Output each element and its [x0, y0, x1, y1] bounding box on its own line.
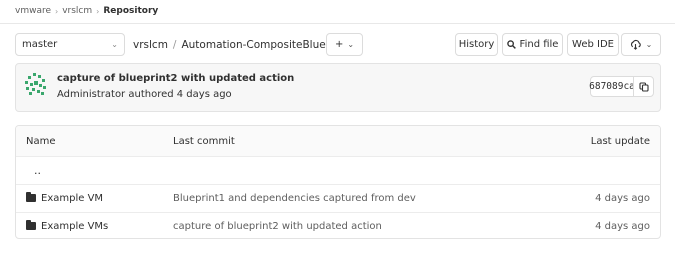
last-commit-link[interactable]: Blueprint1 and dependencies captured fro… [173, 184, 416, 212]
clone-icon [630, 39, 641, 50]
add-dropdown-button[interactable]: + ⌄ [326, 33, 363, 56]
folder-name-label: Example VM [41, 192, 104, 204]
breadcrumb-separator-icon: › [96, 6, 100, 16]
folder-name-label: Example VMs [41, 220, 109, 232]
folder-name[interactable]: Example VM [26, 184, 103, 212]
table-row[interactable]: Example VM Blueprint1 and dependencies c… [16, 184, 660, 213]
avatar[interactable] [24, 72, 48, 96]
chevron-down-icon: ⌄ [645, 40, 653, 49]
clone-dropdown-button[interactable]: ⌄ [621, 33, 661, 56]
breadcrumb: vmware › vrslcm › Repository [15, 3, 158, 19]
column-header-last-update: Last update [590, 135, 650, 147]
folder-icon [26, 192, 36, 202]
branch-name: master [22, 39, 58, 50]
last-update: 4 days ago [595, 220, 650, 232]
search-icon [506, 40, 516, 49]
chevron-down-icon: ⌄ [347, 40, 355, 49]
plus-icon: + [334, 39, 344, 50]
parent-directory-row[interactable]: .. [16, 156, 660, 185]
commit-title-link[interactable]: capture of blueprint2 with updated actio… [57, 73, 294, 84]
last-commit-link[interactable]: capture of blueprint2 with updated actio… [173, 212, 382, 238]
web-ide-button[interactable]: Web IDE [567, 33, 619, 56]
column-header-name: Name [26, 135, 56, 147]
path-separator: / [172, 38, 177, 51]
breadcrumb-divider [0, 23, 675, 24]
path-root-link[interactable]: vrslcm [133, 39, 168, 51]
history-button[interactable]: History [455, 33, 498, 56]
folder-name[interactable]: Example VMs [26, 212, 109, 238]
copy-icon [638, 81, 649, 92]
breadcrumb-repository[interactable]: Repository [103, 6, 158, 16]
copy-sha-button[interactable] [633, 76, 654, 97]
column-header-last-commit: Last commit [173, 135, 235, 147]
chevron-down-icon: ⌄ [111, 40, 118, 49]
commit-sha-link[interactable]: 687089ca [589, 76, 635, 97]
file-tree-table: Name Last commit Last update .. Example … [15, 125, 661, 239]
last-commit-panel [15, 63, 661, 112]
parent-directory-link[interactable]: .. [26, 156, 41, 184]
table-row[interactable]: Example VMs capture of blueprint2 with u… [16, 212, 660, 238]
branch-selector[interactable]: master ⌄ [15, 33, 125, 56]
breadcrumb-vmware[interactable]: vmware [15, 6, 51, 16]
last-update: 4 days ago [595, 192, 650, 204]
find-file-button[interactable]: Find file [502, 33, 563, 56]
folder-icon [26, 220, 36, 230]
web-ide-label: Web IDE [572, 39, 614, 50]
commit-author-meta: Administrator authored 4 days ago [57, 89, 232, 100]
breadcrumb-vrslcm[interactable]: vrslcm [62, 6, 92, 16]
breadcrumb-separator-icon: › [55, 6, 59, 16]
table-header: Name Last commit Last update [16, 126, 660, 157]
history-label: History [458, 39, 495, 50]
find-file-label: Find file [519, 39, 559, 50]
